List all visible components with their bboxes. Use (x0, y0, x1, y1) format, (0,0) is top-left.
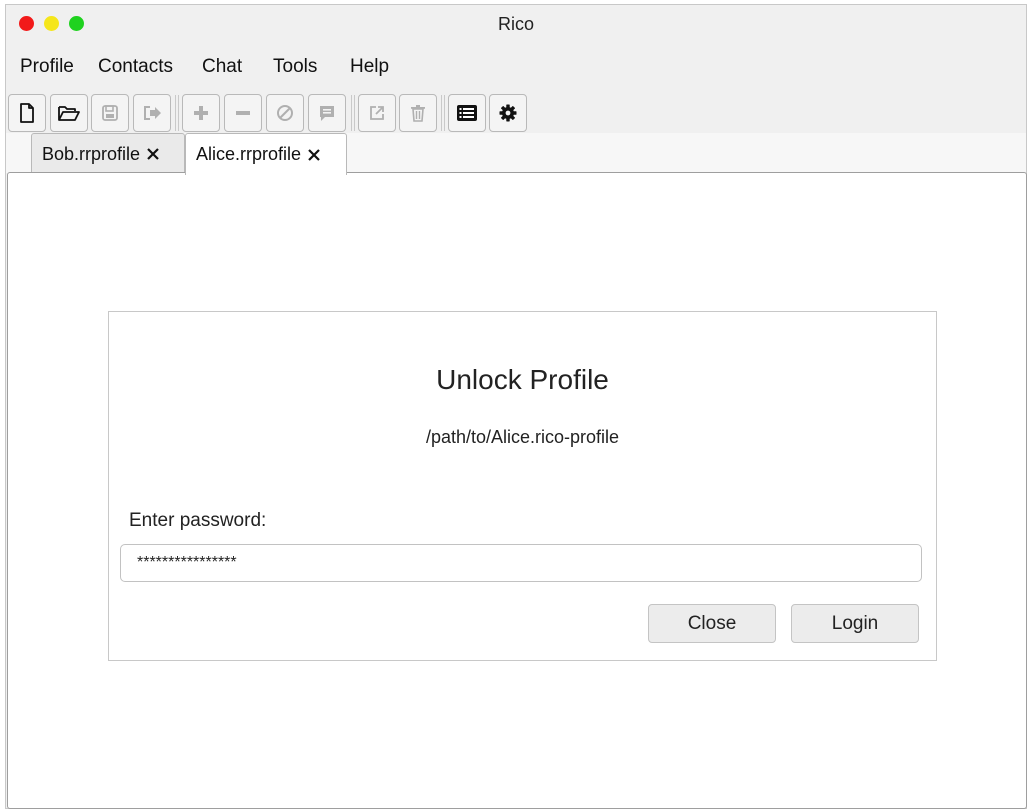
open-profile-button[interactable] (50, 94, 88, 132)
tab-bob-profile[interactable]: Bob.rrprofile (31, 133, 185, 174)
logout-icon (144, 106, 161, 120)
block-contact-button[interactable] (266, 94, 304, 132)
profile-content-area: Unlock Profile /path/to/Alice.rico-profi… (7, 172, 1027, 809)
close-icon (147, 148, 159, 160)
menu-help[interactable]: Help (350, 56, 389, 78)
tab-label: Alice.rrprofile (196, 144, 302, 164)
unlock-profile-dialog: Unlock Profile /path/to/Alice.rico-profi… (108, 311, 937, 661)
app-window: Rico Profile Contacts Chat Tools Help Bo… (5, 4, 1027, 809)
close-button[interactable]: Close (648, 604, 776, 643)
exit-profile-button[interactable] (133, 94, 171, 132)
remove-contact-button[interactable] (224, 94, 262, 132)
trash-icon (411, 105, 425, 122)
dialog-title: Unlock Profile (436, 364, 609, 395)
password-label: Enter password: (129, 510, 267, 531)
profile-path: /path/to/Alice.rico-profile (425, 427, 620, 447)
save-icon (102, 105, 118, 121)
toolbar-separator (441, 95, 445, 131)
window-title: Rico (497, 14, 534, 34)
export-button[interactable] (358, 94, 396, 132)
title-bar: Rico (6, 5, 1026, 45)
password-input[interactable] (120, 544, 922, 582)
tab-strip: Bob.rrprofile Alice.rrprofile (6, 133, 1026, 175)
new-file-icon (20, 103, 34, 123)
open-folder-icon (58, 106, 80, 121)
login-button[interactable]: Login (791, 604, 919, 643)
list-icon (457, 105, 477, 121)
toolbar-separator (175, 95, 179, 131)
menu-contacts[interactable]: Contacts (98, 56, 173, 78)
add-contact-button[interactable] (182, 94, 220, 132)
menu-tools[interactable]: Tools (273, 56, 317, 78)
message-icon (320, 106, 334, 121)
tab-close-button[interactable] (146, 147, 160, 161)
external-link-icon (370, 106, 384, 120)
menu-bar: Profile Contacts Chat Tools Help (6, 53, 1026, 81)
minus-icon (236, 111, 250, 115)
block-icon (277, 105, 293, 121)
menu-chat[interactable]: Chat (202, 56, 242, 78)
delete-button[interactable] (399, 94, 437, 132)
plus-icon (194, 106, 208, 120)
new-profile-button[interactable] (8, 94, 46, 132)
tab-label: Bob.rrprofile (42, 143, 141, 164)
save-profile-button[interactable] (91, 94, 129, 132)
close-icon (308, 148, 320, 161)
chat-button[interactable] (308, 94, 346, 132)
tab-close-button[interactable] (307, 148, 321, 162)
gear-icon (499, 104, 517, 122)
menu-profile[interactable]: Profile (20, 56, 74, 78)
toolbar (6, 93, 1026, 133)
tab-alice-profile[interactable]: Alice.rrprofile (185, 133, 347, 175)
settings-button[interactable] (489, 94, 527, 132)
show-log-button[interactable] (448, 94, 486, 132)
toolbar-separator (351, 95, 355, 131)
